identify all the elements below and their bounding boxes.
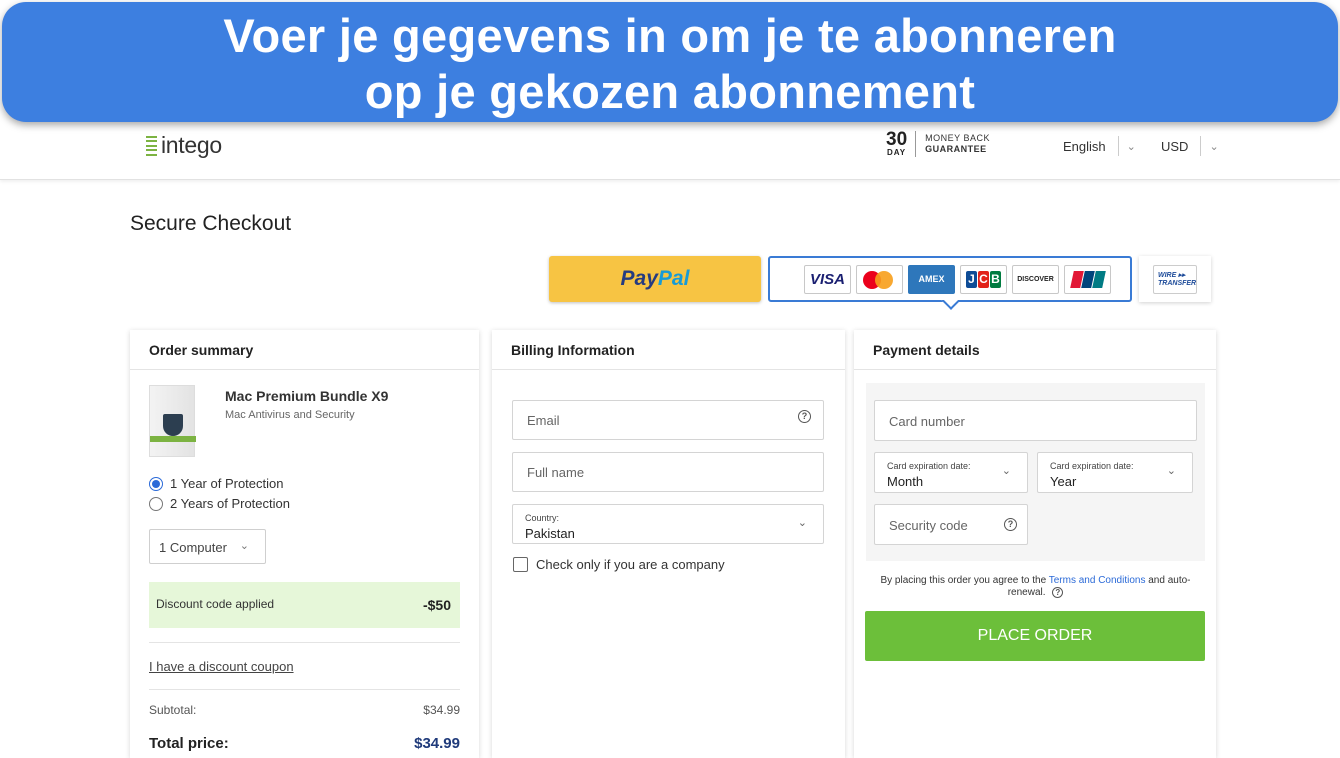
visa-logo-icon: VISA <box>804 264 851 294</box>
divider <box>149 689 460 690</box>
order-summary-panel: Order summary Mac Premium Bundle X9 Mac … <box>130 330 479 758</box>
billing-information-panel: Billing Information Email ? Full name Co… <box>492 330 845 758</box>
expiration-month-select[interactable]: Card expiration date: Month ⌄ <box>874 452 1028 493</box>
language-value: English <box>1063 138 1106 154</box>
product-box-image <box>149 385 196 457</box>
expiration-year-value: Year <box>1050 474 1077 489</box>
jcb-letter: J <box>966 270 977 288</box>
discover-logo-icon: DISCOVER <box>1012 264 1059 294</box>
currency-select[interactable]: USD ⌄ <box>1161 136 1219 156</box>
security-code-placeholder: Security code <box>889 518 968 533</box>
chevron-down-icon: ⌄ <box>1126 140 1136 153</box>
mastercard-logo-icon <box>856 264 903 294</box>
logo-mark-icon <box>146 135 157 156</box>
company-checkbox-row[interactable]: Check only if you are a company <box>513 557 725 572</box>
intego-logo[interactable]: intego <box>146 132 222 159</box>
shield-icon <box>163 414 183 436</box>
computer-count-select[interactable]: 1 Computer ⌄ <box>149 529 266 564</box>
guarantee-line1: MONEY BACK <box>925 132 990 143</box>
guarantee-days: 30 <box>886 129 908 150</box>
radio-selected-icon[interactable] <box>149 476 163 491</box>
total-label: Total price: <box>149 735 229 752</box>
help-icon[interactable]: ? <box>798 410 811 423</box>
money-back-guarantee-badge: 30 DAY MONEY BACK GUARANTEE <box>886 130 990 157</box>
instruction-banner: Voer je gegevens in om je te abonneren o… <box>2 2 1338 122</box>
currency-divider <box>1200 136 1202 156</box>
expiration-year-select[interactable]: Card expiration date: Year ⌄ <box>1037 452 1193 493</box>
plan-option-label: 2 Years of Protection <box>170 496 290 511</box>
guarantee-day-label: DAY <box>886 148 907 157</box>
divider <box>149 642 460 643</box>
language-select[interactable]: English ⌄ <box>1063 136 1136 156</box>
selected-tab-pointer <box>941 300 959 312</box>
security-code-field[interactable]: Security code ? <box>874 504 1028 545</box>
jcb-letter: B <box>990 270 1001 288</box>
card-form-area: Card number Card expiration date: Month … <box>866 383 1205 561</box>
product-name: Mac Premium Bundle X9 <box>225 388 389 404</box>
amex-logo-icon: AMEX <box>908 264 955 294</box>
chevron-down-icon: ⌄ <box>239 540 249 552</box>
card-number-field[interactable]: Card number <box>874 400 1197 441</box>
help-icon[interactable]: ? <box>1004 518 1017 531</box>
guarantee-line2: GUARANTEE <box>925 143 987 154</box>
chevron-down-icon: ⌄ <box>1166 465 1176 477</box>
chevron-down-icon: ⌄ <box>1001 465 1011 477</box>
unionpay-logo-icon <box>1064 264 1111 294</box>
country-value: Pakistan <box>525 526 575 541</box>
country-label: Country: <box>525 513 560 523</box>
paypal-logo-pal: Pal <box>657 267 690 290</box>
subtotal-value: $34.99 <box>423 703 460 717</box>
paypal-logo-pay: Pay <box>620 267 658 290</box>
banner-line-1: Voer je gegevens in om je te abonneren <box>223 9 1117 62</box>
expiration-month-value: Month <box>887 474 924 489</box>
plan-option-label: 1 Year of Protection <box>170 476 284 491</box>
jcb-logo-icon: JCB <box>960 264 1007 294</box>
wire-transfer-logo-icon: WIRE ▸▸ TRANSFER <box>1153 264 1197 294</box>
billing-information-title: Billing Information <box>492 330 845 370</box>
place-order-button[interactable]: PLACE ORDER <box>865 611 1205 661</box>
terms-notice: By placing this order you agree to the T… <box>866 575 1205 599</box>
terms-link[interactable]: Terms and Conditions <box>1049 575 1146 586</box>
full-name-placeholder: Full name <box>527 465 585 480</box>
chevron-down-icon: ⌄ <box>797 517 807 529</box>
company-checkbox-label: Check only if you are a company <box>536 557 725 572</box>
expiration-month-label: Card expiration date: <box>887 461 971 471</box>
expiration-year-label: Card expiration date: <box>1050 461 1134 471</box>
product-subtitle: Mac Antivirus and Security <box>225 409 355 421</box>
radio-unselected-icon[interactable] <box>149 496 163 511</box>
discount-applied-notice: Discount code applied -$50 <box>149 582 460 628</box>
total-value: $34.99 <box>414 735 460 752</box>
discount-label: Discount code applied <box>156 597 275 611</box>
paypal-button[interactable]: Pay Pal <box>549 256 761 302</box>
guarantee-divider <box>915 130 917 157</box>
card-number-placeholder: Card number <box>889 414 965 429</box>
language-divider <box>1117 136 1119 156</box>
country-select[interactable]: Country: Pakistan ⌄ <box>512 504 824 544</box>
full-name-field[interactable]: Full name <box>512 452 824 492</box>
plan-option-1-year[interactable]: 1 Year of Protection <box>149 476 283 491</box>
discount-coupon-link[interactable]: I have a discount coupon <box>149 659 294 674</box>
email-placeholder: Email <box>527 413 560 428</box>
logo-text: intego <box>161 132 222 158</box>
currency-value: USD <box>1161 138 1189 154</box>
plan-option-2-years[interactable]: 2 Years of Protection <box>149 496 290 511</box>
wire-transfer-button[interactable]: WIRE ▸▸ TRANSFER <box>1139 256 1211 302</box>
page-title: Secure Checkout <box>130 212 292 235</box>
payment-details-title: Payment details <box>854 330 1216 370</box>
wire-line1: WIRE ▸▸ <box>1158 271 1186 279</box>
email-field[interactable]: Email ? <box>512 400 824 440</box>
credit-card-method-tab[interactable]: VISA AMEX JCB DISCOVER <box>768 256 1132 302</box>
chevron-down-icon: ⌄ <box>1209 140 1219 153</box>
terms-prefix: By placing this order you agree to the <box>880 575 1047 586</box>
payment-details-panel: Payment details Card number Card expirat… <box>854 330 1216 758</box>
order-summary-title: Order summary <box>130 330 479 370</box>
computer-count-value: 1 Computer <box>159 540 227 555</box>
wire-line2: TRANSFER <box>1158 279 1197 287</box>
help-icon[interactable]: ? <box>1052 587 1064 598</box>
subtotal-label: Subtotal: <box>149 703 197 717</box>
jcb-letter: C <box>978 270 989 288</box>
company-checkbox[interactable] <box>513 557 528 572</box>
discount-amount: -$50 <box>422 597 451 613</box>
banner-line-2: op je gekozen abonnement <box>364 65 976 118</box>
